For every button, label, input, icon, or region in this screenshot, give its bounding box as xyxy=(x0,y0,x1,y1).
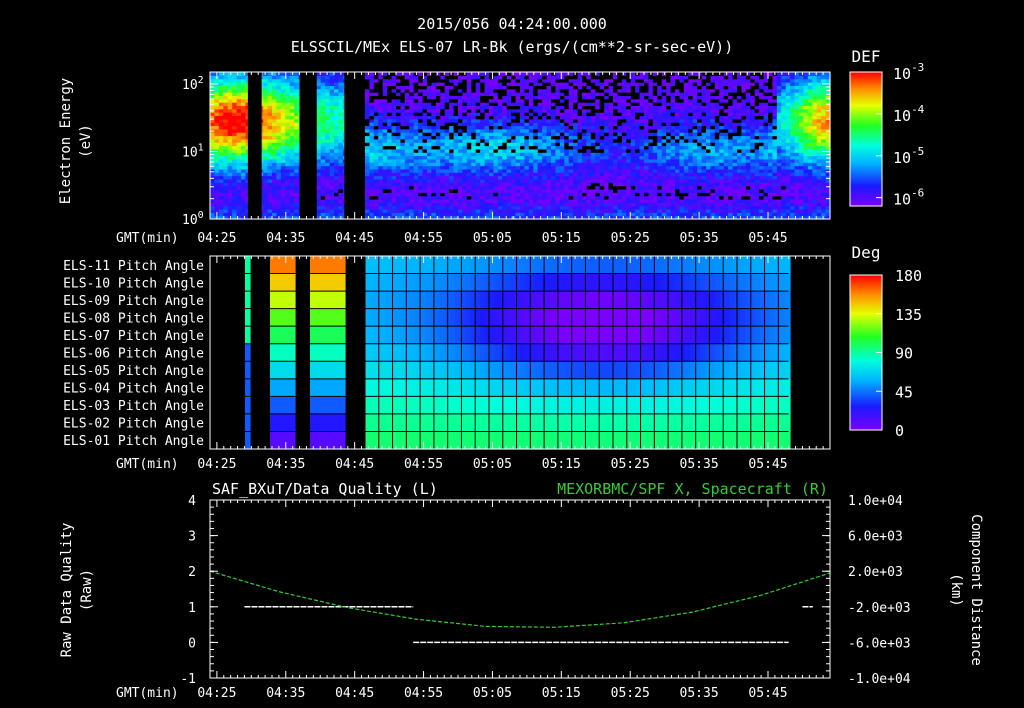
energy-cell xyxy=(573,72,579,76)
energy-cell xyxy=(210,72,216,76)
energy-cell xyxy=(480,72,486,76)
energy-cell xyxy=(542,72,548,76)
energy-cell xyxy=(241,72,247,76)
energy-cell xyxy=(320,72,326,76)
energy-cell xyxy=(697,72,703,76)
energy-cell xyxy=(652,72,658,76)
energy-cell xyxy=(387,72,393,76)
energy-cell xyxy=(683,72,689,76)
energy-cell xyxy=(506,72,512,76)
plot-datetime: 2015/056 04:24:00.000 xyxy=(417,15,607,33)
energy-cell xyxy=(272,72,278,76)
energy-cell xyxy=(263,72,269,76)
energy-cell xyxy=(444,72,450,76)
energy-cell xyxy=(458,72,464,76)
plot-title: ELSSCIL/MEx ELS-07 LR-Bk (ergs/(cm**2-sr… xyxy=(291,38,734,56)
energy-cell xyxy=(232,72,238,76)
energy-cell xyxy=(497,72,503,76)
energy-cell xyxy=(511,72,517,76)
energy-cell xyxy=(334,72,340,76)
energy-cell xyxy=(373,72,379,76)
energy-cell xyxy=(621,72,627,76)
energy-cell xyxy=(449,72,455,76)
energy-cell xyxy=(520,72,526,76)
energy-cell xyxy=(551,72,557,76)
instrument-summary-plot: 2015/056 04:24:00.000 ELSSCIL/MEx ELS-07… xyxy=(58,15,984,701)
energy-cell xyxy=(218,72,224,76)
energy-cell xyxy=(559,72,565,76)
energy-cell xyxy=(435,72,441,76)
energy-cell xyxy=(555,72,561,76)
energy-cell xyxy=(635,72,641,76)
energy-ylabel-line1: Electron Energy xyxy=(58,78,74,204)
energy-spectrogram-panel: Electron Energy (eV) 100101102 GMT(min) … xyxy=(58,47,925,246)
energy-cell xyxy=(528,72,534,76)
energy-cell xyxy=(692,72,698,76)
energy-cell xyxy=(613,72,619,76)
energy-cell xyxy=(582,72,588,76)
energy-cell xyxy=(365,72,371,76)
energy-cell xyxy=(617,72,623,76)
energy-cell xyxy=(493,72,499,76)
energy-cell xyxy=(679,72,685,76)
energy-cell xyxy=(294,72,300,76)
energy-ylabel-line2: (eV) xyxy=(78,124,94,158)
energy-cell xyxy=(706,72,712,76)
energy-cell xyxy=(369,72,375,76)
energy-cell xyxy=(590,72,596,76)
energy-cell xyxy=(675,72,681,76)
energy-cell xyxy=(325,72,331,76)
energy-cell xyxy=(396,72,402,76)
energy-cell xyxy=(489,72,495,76)
energy-cell xyxy=(466,72,472,76)
energy-cell xyxy=(568,72,574,76)
energy-cell xyxy=(604,72,610,76)
energy-cell xyxy=(431,72,437,76)
energy-cell xyxy=(630,72,636,76)
energy-cell xyxy=(666,72,672,76)
energy-cell xyxy=(382,72,388,76)
energy-cell xyxy=(427,72,433,76)
energy-cell xyxy=(644,72,650,76)
energy-cell xyxy=(404,72,410,76)
energy-cell xyxy=(280,72,286,76)
energy-cell xyxy=(418,72,424,76)
